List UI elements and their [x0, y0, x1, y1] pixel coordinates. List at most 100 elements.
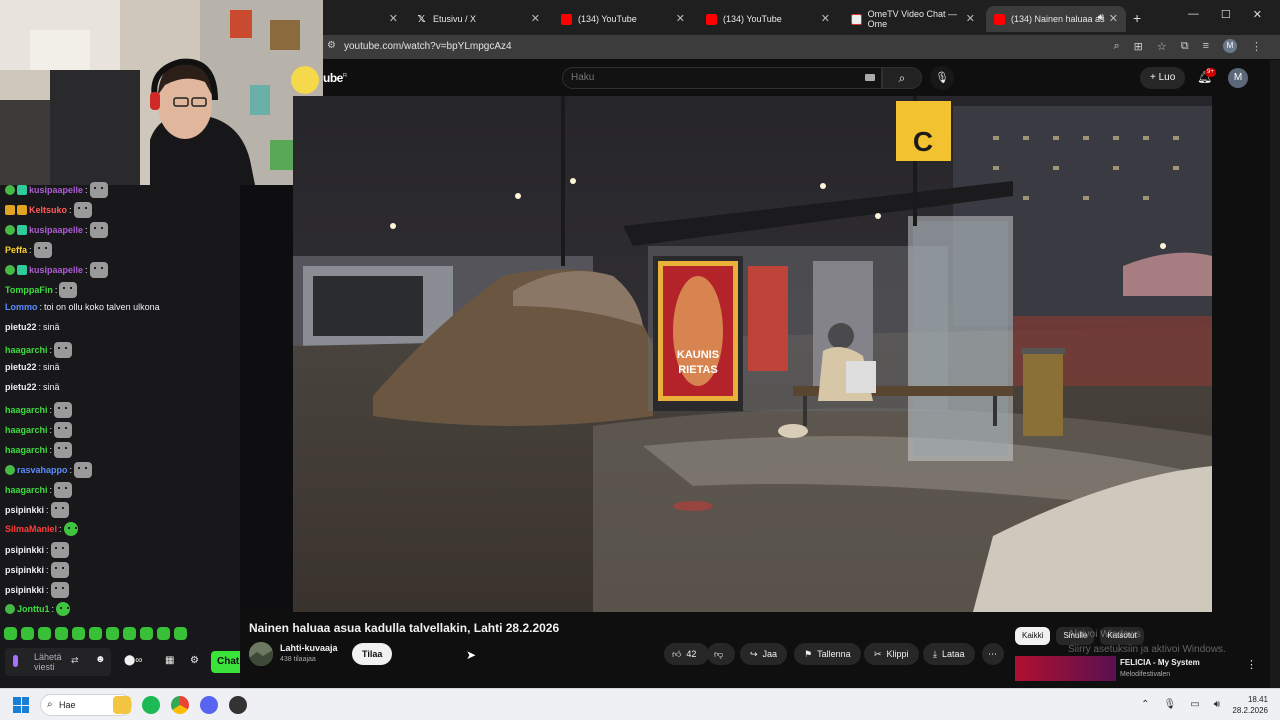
chat-username[interactable]: psipinkki	[5, 505, 44, 515]
extensions-icon[interactable]: ⧉	[1181, 40, 1189, 53]
close-icon[interactable]: ✕	[1109, 12, 1118, 25]
channel-avatar[interactable]	[249, 642, 273, 666]
browser-tab-active[interactable]: (134) Nainen haluaa as 🔊︎ ✕	[986, 6, 1126, 32]
browser-tab[interactable]: (134) YouTube ✕	[698, 6, 838, 32]
emote-icon[interactable]	[174, 627, 187, 640]
reading-list-icon[interactable]: ≡	[1203, 40, 1209, 52]
chip-all[interactable]: Kaikki	[1015, 627, 1051, 645]
recommended-thumbnail[interactable]	[1015, 656, 1116, 681]
spotify-icon[interactable]	[142, 696, 160, 714]
search-input[interactable]	[571, 72, 851, 83]
chat-badge-icon[interactable]	[5, 225, 15, 235]
chrome-icon[interactable]	[171, 696, 189, 714]
chat-username[interactable]: pietu22	[5, 322, 37, 332]
install-icon[interactable]: ⊞	[1134, 40, 1143, 53]
more-vertical-icon[interactable]: ⋮	[1246, 658, 1257, 671]
emote-icon[interactable]	[72, 627, 85, 640]
minimize-icon[interactable]: —	[1188, 8, 1199, 21]
chat-username[interactable]: haagarchi	[5, 485, 48, 495]
speaker-icon[interactable]: 🔊︎	[1098, 12, 1104, 23]
chat-badge-icon[interactable]	[17, 225, 27, 235]
maximize-icon[interactable]: ☐	[1221, 8, 1231, 21]
scrollbar[interactable]	[1270, 60, 1280, 688]
store-icon[interactable]: ▦	[165, 655, 174, 666]
emote-icon[interactable]	[157, 627, 170, 640]
like-button[interactable]: 👍︎ 42	[664, 643, 709, 665]
chat-badge-icon[interactable]	[5, 604, 15, 614]
youtube-avatar[interactable]: M	[1228, 68, 1248, 88]
chat-badge-icon[interactable]	[5, 265, 15, 275]
chat-username[interactable]: psipinkki	[5, 565, 44, 575]
browser-tab[interactable]: (134) YouTube ✕	[553, 6, 693, 32]
clip-button[interactable]: ✂ Klippi	[864, 643, 919, 665]
discord-icon[interactable]	[200, 696, 218, 714]
search-button[interactable]: ⌕	[882, 67, 922, 89]
close-icon[interactable]: ✕	[531, 12, 540, 25]
microphone-icon[interactable]: 🎙︎	[1164, 699, 1177, 710]
recommended-title[interactable]: FELICIA - My System	[1120, 658, 1200, 667]
emote-icon[interactable]	[89, 627, 102, 640]
close-window-icon[interactable]: ✕	[1253, 8, 1262, 21]
channel-points-icon[interactable]: ⬤∞	[124, 655, 142, 666]
more-actions-button[interactable]: ⋯	[982, 643, 1004, 665]
video-player[interactable]: KAUNIS RIETAS C	[293, 96, 1212, 612]
browser-tab[interactable]: 𝕏 Etusivu / X ✕	[408, 6, 548, 32]
keyboard-icon[interactable]	[865, 74, 875, 81]
chat-username[interactable]: Peffa	[5, 245, 27, 255]
site-info-icon[interactable]: ⚙︎	[327, 40, 336, 51]
chat-username[interactable]: haagarchi	[5, 405, 48, 415]
emote-icon[interactable]	[106, 627, 119, 640]
chat-username[interactable]: haagarchi	[5, 345, 48, 355]
chat-username[interactable]: kusipaapelle	[29, 185, 83, 195]
zoom-icon[interactable]: ⌕	[1113, 40, 1119, 53]
emoji-icon[interactable]: ☻	[95, 654, 106, 665]
emote-icon[interactable]	[123, 627, 136, 640]
chat-badge-icon[interactable]	[5, 185, 15, 195]
chat-username[interactable]: Jonttu1	[17, 604, 50, 614]
chat-badge-icon[interactable]	[17, 265, 27, 275]
new-tab-button[interactable]: +	[1133, 10, 1141, 26]
chat-username[interactable]: haagarchi	[5, 445, 48, 455]
chat-username[interactable]: kusipaapelle	[29, 265, 83, 275]
emote-icon[interactable]	[38, 627, 51, 640]
network-icon[interactable]: ▭	[1190, 699, 1199, 710]
chat-send-button[interactable]: Chat	[211, 651, 240, 673]
chat-username[interactable]: pietu22	[5, 382, 37, 392]
youtube-logo[interactable]: ubeFI	[323, 71, 347, 85]
chat-username[interactable]: rasvahappo	[17, 465, 68, 475]
search-box[interactable]	[562, 67, 882, 89]
chat-username[interactable]: Lommo	[5, 302, 38, 312]
dislike-button[interactable]: 👎︎	[707, 643, 735, 665]
volume-icon[interactable]: 🔊︎	[1214, 699, 1220, 710]
emote-icon[interactable]	[21, 627, 34, 640]
microphone-icon[interactable]	[13, 655, 18, 667]
file-explorer-icon[interactable]	[113, 696, 131, 714]
obs-icon[interactable]	[229, 696, 247, 714]
close-icon[interactable]: ✕	[676, 12, 685, 25]
voice-search-button[interactable]: 🎙︎	[930, 66, 954, 90]
chat-badge-icon[interactable]	[17, 185, 27, 195]
close-icon[interactable]: ✕	[966, 12, 975, 25]
close-icon[interactable]: ✕	[821, 12, 830, 25]
create-button[interactable]: + Luo	[1140, 67, 1186, 89]
download-button[interactable]: ⤓ Lataa	[923, 643, 975, 665]
emote-icon[interactable]	[4, 627, 17, 640]
chat-username[interactable]: TomppaFin	[5, 285, 53, 295]
chat-badge-icon[interactable]	[5, 205, 15, 215]
windows-start-icon[interactable]	[13, 697, 29, 713]
browser-menu-icon[interactable]: ⋮	[1251, 40, 1262, 53]
chat-username[interactable]: pietu22	[5, 362, 37, 372]
share-button[interactable]: ↪ Jaa	[740, 643, 788, 665]
bookmark-star-icon[interactable]: ☆	[1157, 40, 1167, 53]
emote-icon[interactable]	[55, 627, 68, 640]
save-button[interactable]: ⚑ Tallenna	[794, 643, 861, 665]
url-field[interactable]: youtube.com/watch?v=bpYLmpgcAz4	[344, 41, 512, 52]
profile-avatar[interactable]: M	[1223, 39, 1237, 53]
chat-username[interactable]: Keltsuko	[29, 205, 67, 215]
emote-icon[interactable]	[140, 627, 153, 640]
subscribe-button[interactable]: Tilaa	[352, 643, 393, 665]
chat-badge-icon[interactable]	[5, 465, 15, 475]
taskbar-clock[interactable]: 18.41 28.2.2026	[1232, 694, 1268, 716]
channel-name[interactable]: Lahti-kuvaaja	[280, 643, 338, 653]
chat-badge-icon[interactable]	[17, 205, 27, 215]
